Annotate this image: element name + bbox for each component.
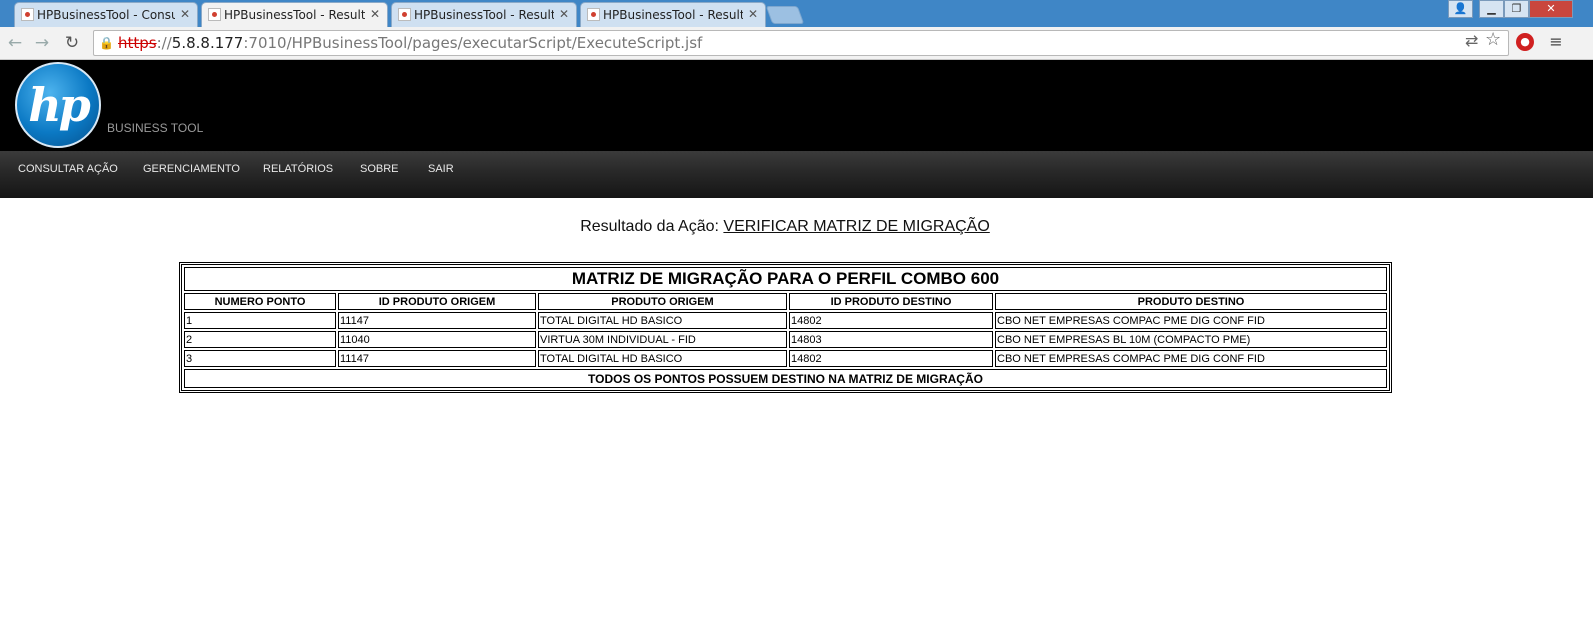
table-row: 3 11147 TOTAL DIGITAL HD BASICO 14802 CB…: [184, 350, 1387, 367]
tab-close-icon[interactable]: ✕: [559, 7, 569, 21]
column-header: ID PRODUTO DESTINO: [789, 293, 993, 310]
page-favicon-icon: [21, 8, 34, 21]
tab-title: HPBusinessTool - Consulta: [37, 8, 175, 22]
column-header: NUMERO PONTO: [184, 293, 336, 310]
address-bar[interactable]: 🔒 https://5.8.8.177:7010/HPBusinessTool/…: [93, 30, 1509, 56]
cell-numero-ponto: 2: [184, 331, 336, 348]
bookmark-star-icon[interactable]: ☆: [1485, 29, 1501, 50]
column-header: PRODUTO DESTINO: [995, 293, 1387, 310]
cell-produto-destino: CBO NET EMPRESAS COMPAC PME DIG CONF FID: [995, 350, 1387, 367]
browser-tab-4[interactable]: HPBusinessTool - Resultado ✕: [580, 2, 766, 27]
cell-id-produto-origem: 11147: [338, 312, 536, 329]
cell-id-produto-destino: 14803: [789, 331, 993, 348]
result-label: Resultado da Ação:: [580, 218, 724, 235]
url-path: :7010/HPBusinessTool/pages/executarScrip…: [243, 34, 703, 52]
browser-tab-2[interactable]: HPBusinessTool - Resultado ✕: [201, 2, 388, 27]
cell-numero-ponto: 1: [184, 312, 336, 329]
menu-item-sair[interactable]: SAIR: [428, 163, 454, 175]
translate-icon[interactable]: ⇄: [1465, 31, 1478, 50]
table-footer: TODOS OS PONTOS POSSUEM DESTINO NA MATRI…: [184, 369, 1387, 388]
table-title: MATRIZ DE MIGRAÇÃO PARA O PERFIL COMBO 6…: [184, 267, 1387, 291]
tab-close-icon[interactable]: ✕: [370, 7, 380, 21]
tab-title: HPBusinessTool - Resultado: [603, 8, 743, 22]
user-profile-icon[interactable]: 👤: [1448, 0, 1473, 18]
forward-arrow-icon[interactable]: →: [32, 33, 52, 53]
restore-icon[interactable]: ❐: [1504, 0, 1529, 18]
menu-item-consultar-acao[interactable]: CONSULTAR AÇÃO: [18, 163, 118, 175]
url-scheme: https: [118, 34, 157, 52]
browser-tab-1[interactable]: HPBusinessTool - Consulta ✕: [14, 2, 198, 27]
migration-matrix-table: MATRIZ DE MIGRAÇÃO PARA O PERFIL COMBO 6…: [179, 262, 1392, 393]
action-link[interactable]: VERIFICAR MATRIZ DE MIGRAÇÃO: [723, 218, 989, 235]
menu-item-relatorios[interactable]: RELATÓRIOS: [263, 163, 333, 175]
close-window-icon[interactable]: ✕: [1529, 0, 1573, 18]
table-footer-row: TODOS OS PONTOS POSSUEM DESTINO NA MATRI…: [184, 369, 1387, 388]
cell-id-produto-destino: 14802: [789, 312, 993, 329]
main-menu: CONSULTAR AÇÃO GERENCIAMENTO RELATÓRIOS …: [0, 151, 1593, 198]
menu-item-gerenciamento[interactable]: GERENCIAMENTO: [143, 163, 240, 175]
column-header: PRODUTO ORIGEM: [538, 293, 787, 310]
url-host: 5.8.8.177: [171, 34, 244, 52]
browser-toolbar: ← → ↻ 🔒 https://5.8.8.177:7010/HPBusines…: [0, 27, 1593, 60]
table-header-row: NUMERO PONTO ID PRODUTO ORIGEM PRODUTO O…: [184, 293, 1387, 310]
cell-produto-origem: TOTAL DIGITAL HD BASICO: [538, 350, 787, 367]
cell-produto-origem: TOTAL DIGITAL HD BASICO: [538, 312, 787, 329]
browser-menu-icon[interactable]: ≡: [1548, 33, 1564, 51]
table-title-row: MATRIZ DE MIGRAÇÃO PARA O PERFIL COMBO 6…: [184, 267, 1387, 291]
minimize-icon[interactable]: ▁: [1479, 0, 1504, 18]
menu-item-sobre[interactable]: SOBRE: [360, 163, 399, 175]
cell-numero-ponto: 3: [184, 350, 336, 367]
tab-title: HPBusinessTool - Resultado: [414, 8, 554, 22]
tab-title: HPBusinessTool - Resultado: [224, 8, 365, 22]
result-heading: Resultado da Ação: VERIFICAR MATRIZ DE M…: [0, 218, 1570, 236]
tab-close-icon[interactable]: ✕: [748, 7, 758, 21]
cell-id-produto-destino: 14802: [789, 350, 993, 367]
page-favicon-icon: [208, 8, 221, 21]
browser-tab-strip: HPBusinessTool - Consulta ✕ HPBusinessTo…: [0, 0, 1593, 27]
logo-text: hp: [28, 78, 91, 132]
page-favicon-icon: [398, 8, 411, 21]
cell-produto-origem: VIRTUA 30M INDIVIDUAL - FID: [538, 331, 787, 348]
cell-id-produto-origem: 11147: [338, 350, 536, 367]
column-header: ID PRODUTO ORIGEM: [338, 293, 536, 310]
table-row: 2 11040 VIRTUA 30M INDIVIDUAL - FID 1480…: [184, 331, 1387, 348]
browser-tab-3[interactable]: HPBusinessTool - Resultado ✕: [391, 2, 577, 27]
cell-id-produto-origem: 11040: [338, 331, 536, 348]
back-arrow-icon[interactable]: ←: [5, 33, 25, 53]
brand-subtitle: BUSINESS TOOL: [107, 121, 204, 135]
new-tab-button[interactable]: [765, 6, 805, 24]
insecure-lock-icon[interactable]: 🔒: [99, 36, 114, 50]
reload-icon[interactable]: ↻: [62, 33, 82, 53]
table-row: 1 11147 TOTAL DIGITAL HD BASICO 14802 CB…: [184, 312, 1387, 329]
url-separator: ://: [156, 34, 172, 52]
page-favicon-icon: [587, 8, 600, 21]
cell-produto-destino: CBO NET EMPRESAS BL 10M (COMPACTO PME): [995, 331, 1387, 348]
hp-logo[interactable]: hp: [15, 62, 101, 148]
site-header: hp BUSINESS TOOL: [0, 60, 1593, 151]
tab-close-icon[interactable]: ✕: [180, 7, 190, 21]
extension-icon[interactable]: ●: [1516, 33, 1534, 51]
cell-produto-destino: CBO NET EMPRESAS COMPAC PME DIG CONF FID: [995, 312, 1387, 329]
